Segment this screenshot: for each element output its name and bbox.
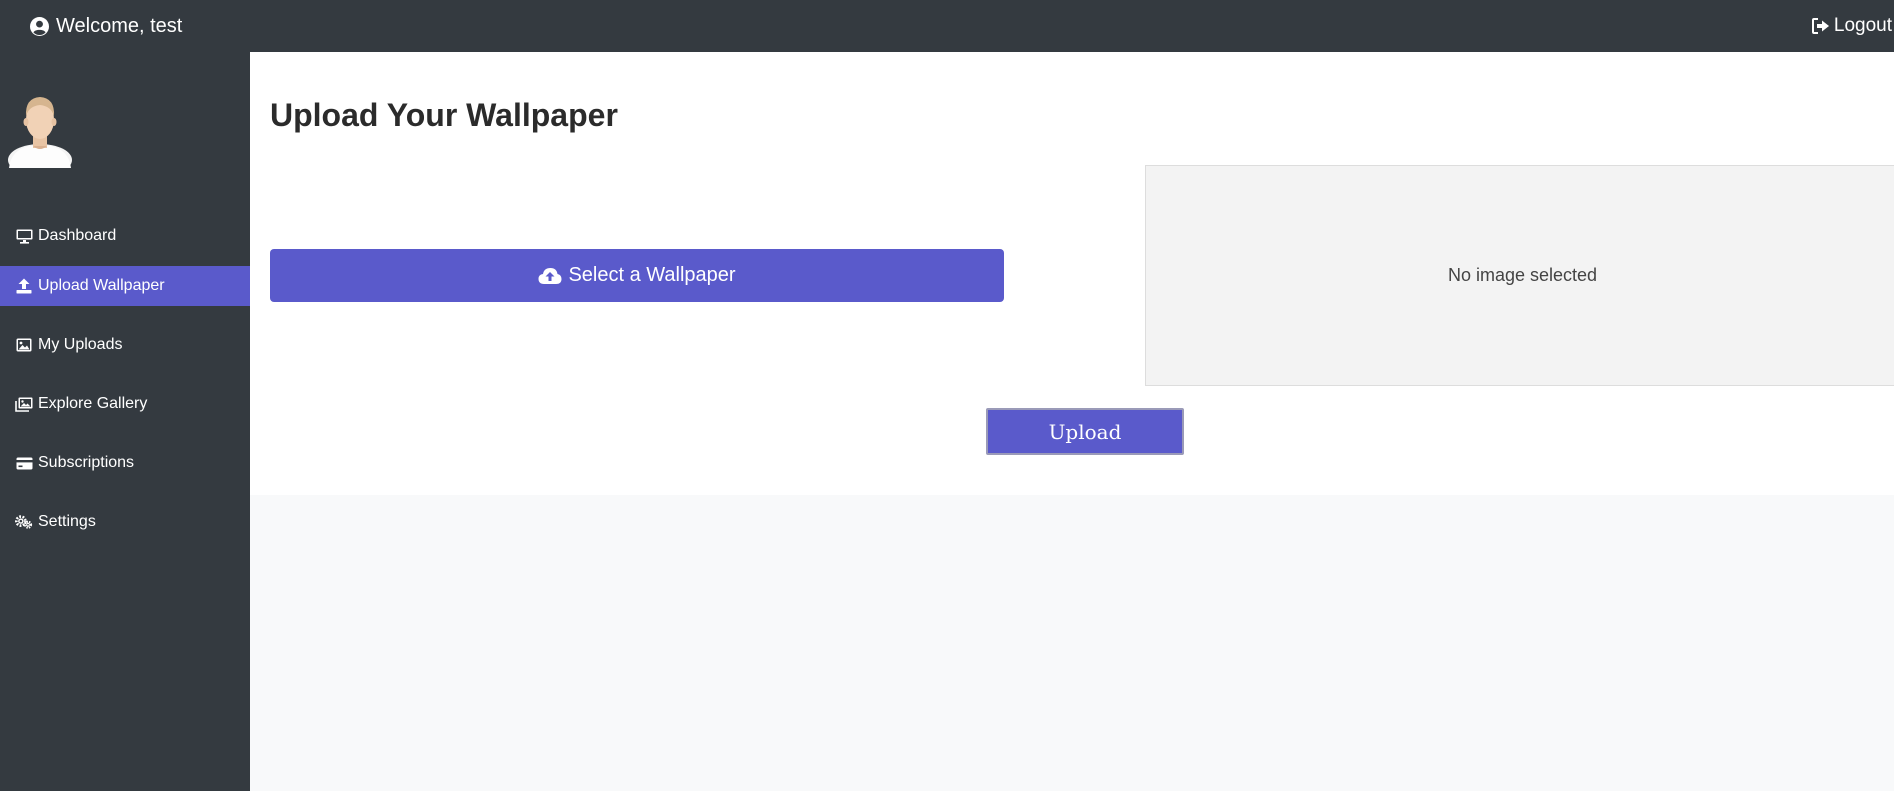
upload-panel: Upload Your Wallpaper Select a Wallpaper…: [250, 52, 1894, 495]
sidebar-item-label: Explore Gallery: [38, 395, 148, 412]
welcome-text: Welcome, test: [56, 14, 183, 37]
sidebar-item-subscriptions[interactable]: Subscriptions: [0, 443, 250, 483]
select-wallpaper-button[interactable]: Select a Wallpaper: [270, 249, 1004, 302]
desktop-icon: [15, 228, 33, 244]
sidebar-item-label: Upload Wallpaper: [38, 277, 165, 294]
sidebar-item-upload-wallpaper[interactable]: Upload Wallpaper: [0, 266, 250, 306]
sidebar-item-label: Subscriptions: [38, 454, 135, 471]
welcome-message: Welcome, test: [30, 0, 182, 52]
credit-card-icon: [15, 455, 33, 471]
image-icon: [15, 337, 33, 353]
user-avatar: [8, 97, 72, 168]
cloud-upload-icon: [538, 267, 562, 284]
sidebar: Dashboard Upload Wallpaper My Uploads Ex…: [0, 52, 250, 791]
page-title: Upload Your Wallpaper: [270, 97, 618, 133]
select-wallpaper-label: Select a Wallpaper: [568, 264, 736, 286]
images-icon: [15, 396, 33, 412]
image-preview: No image selected: [1145, 165, 1894, 386]
top-navbar: Welcome, test Logout: [0, 0, 1894, 52]
sidebar-item-label: My Uploads: [38, 336, 123, 353]
upload-icon: [15, 278, 33, 294]
preview-placeholder: No image selected: [1447, 265, 1598, 285]
sidebar-item-label: Settings: [38, 513, 96, 530]
sidebar-item-settings[interactable]: Settings: [0, 502, 250, 542]
upload-label: Upload: [1048, 419, 1122, 444]
logout-link[interactable]: Logout: [1811, 0, 1894, 52]
logout-label: Logout: [1833, 15, 1892, 36]
sign-out-icon: [1811, 18, 1829, 34]
sidebar-item-explore-gallery[interactable]: Explore Gallery: [0, 384, 250, 424]
gears-icon: [15, 514, 33, 530]
sidebar-item-dashboard[interactable]: Dashboard: [0, 216, 250, 256]
upload-button[interactable]: Upload: [986, 408, 1184, 455]
sidebar-item-my-uploads[interactable]: My Uploads: [0, 325, 250, 365]
sidebar-item-label: Dashboard: [38, 227, 117, 244]
user-circle-icon: [30, 16, 49, 36]
